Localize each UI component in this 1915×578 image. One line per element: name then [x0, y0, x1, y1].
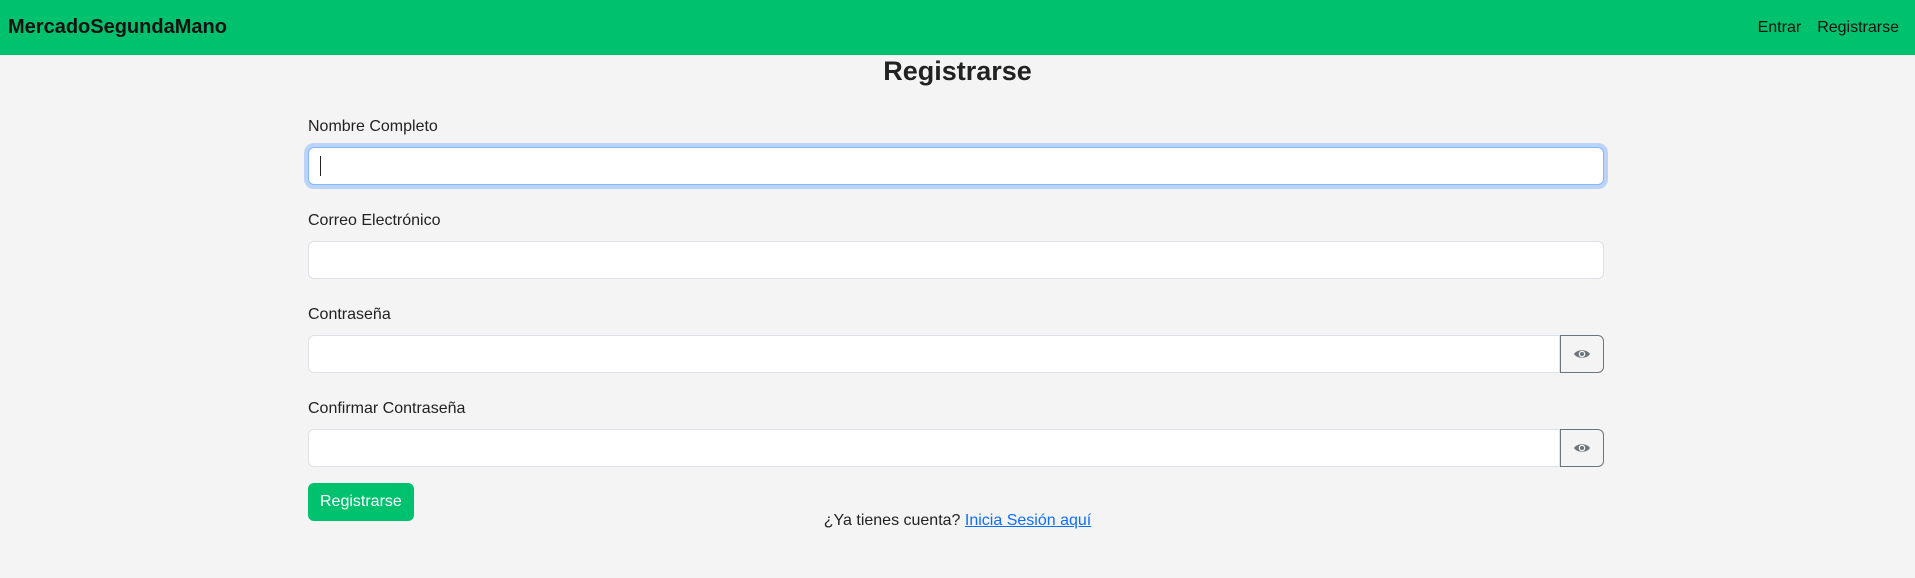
password-input[interactable]	[308, 335, 1560, 373]
password-group: Contraseña	[308, 303, 1604, 373]
nav-link-register[interactable]: Registrarse	[1817, 19, 1899, 37]
full-name-label: Nombre Completo	[308, 118, 438, 135]
toggle-password-button[interactable]	[1560, 335, 1604, 373]
eye-icon	[1574, 444, 1590, 452]
full-name-group: Nombre Completo	[308, 115, 1604, 185]
password-label: Contraseña	[308, 306, 391, 323]
full-name-input[interactable]	[308, 147, 1604, 185]
confirm-password-input[interactable]	[308, 429, 1560, 467]
login-prompt-text: ¿Ya tienes cuenta?	[823, 512, 961, 529]
nav-link-login[interactable]: Entrar	[1758, 19, 1802, 37]
eye-icon	[1574, 350, 1590, 358]
text-caret	[320, 156, 321, 176]
brand-logo[interactable]: MercadoSegundaMano	[8, 16, 227, 39]
register-form: Nombre Completo Correo Electrónico Contr…	[308, 115, 1604, 521]
login-prompt-line: ¿Ya tienes cuenta? Inicia Sesión aquí	[0, 512, 1915, 530]
toggle-confirm-password-button[interactable]	[1560, 429, 1604, 467]
email-input[interactable]	[308, 241, 1604, 279]
page-title: Registrarse	[883, 56, 1032, 86]
top-navbar: MercadoSegundaMano Entrar Registrarse	[0, 0, 1915, 55]
confirm-password-label: Confirmar Contraseña	[308, 400, 466, 417]
email-label: Correo Electrónico	[308, 212, 441, 229]
login-link[interactable]: Inicia Sesión aquí	[965, 512, 1091, 529]
confirm-password-group: Confirmar Contraseña	[308, 397, 1604, 467]
password-input-group	[308, 335, 1604, 373]
confirm-password-input-group	[308, 429, 1604, 467]
email-group: Correo Electrónico	[308, 209, 1604, 279]
nav-links: Entrar Registrarse	[1758, 19, 1899, 37]
